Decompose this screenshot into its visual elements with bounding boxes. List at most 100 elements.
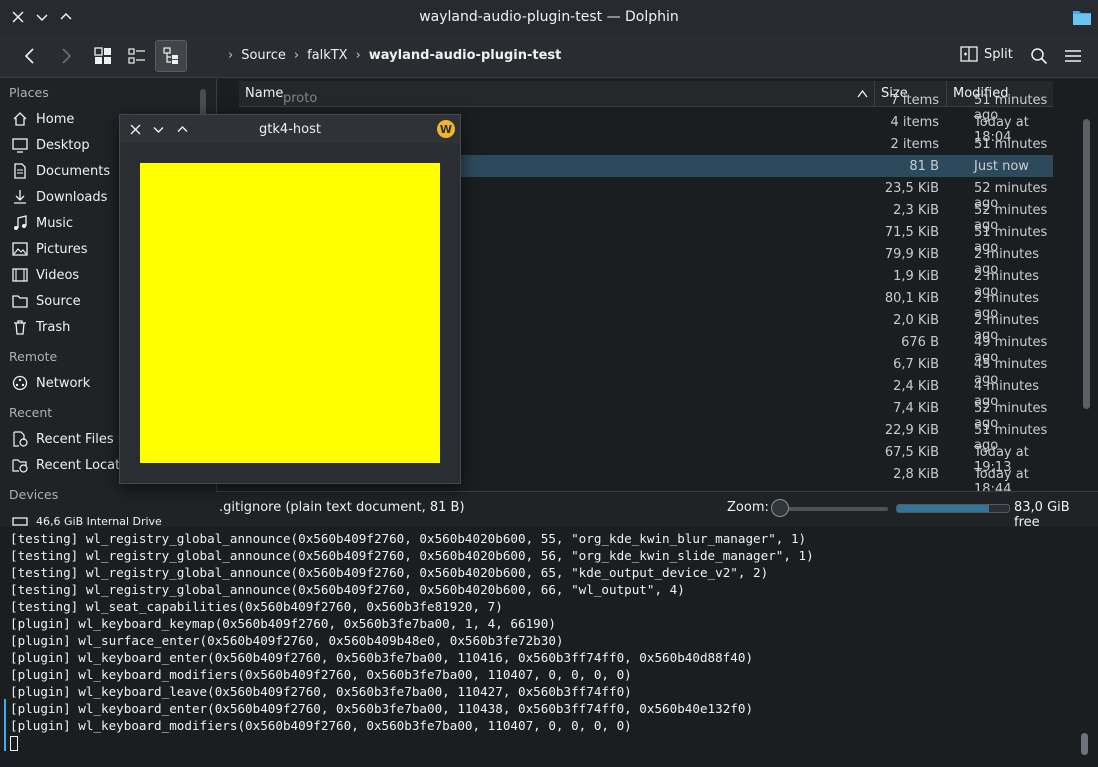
places-item-label: Source	[36, 293, 81, 309]
hamburger-menu-icon	[1065, 50, 1081, 62]
file-size: 79,9 KiB	[884, 247, 939, 262]
search-button[interactable]	[1023, 40, 1055, 72]
terminal[interactable]: [testing] wl_registry_global_announce(0x…	[0, 527, 1098, 767]
gtk4-host-window: gtk4-host W	[119, 114, 461, 484]
terminal-line: [plugin] wl_keyboard_modifiers(0x560b409…	[10, 718, 632, 733]
file-size: 71,5 KiB	[884, 225, 939, 240]
file-row[interactable]: proto 7 items 51 minutes ago	[239, 89, 1053, 123]
zoom-slider-handle[interactable]	[771, 499, 789, 517]
terminal-output: [testing] wl_registry_global_announce(0x…	[10, 530, 814, 751]
terminal-line: [testing] wl_registry_global_announce(0x…	[10, 582, 685, 597]
places-item-label: Network	[36, 375, 91, 391]
gtk-window-title: gtk4-host	[259, 122, 321, 137]
title-bar: wayland-audio-plugin-test — Dolphin	[0, 0, 1098, 34]
plugin-surface[interactable]	[140, 163, 440, 463]
file-size: 2,3 KiB	[893, 203, 939, 218]
text-cursor	[10, 736, 18, 751]
free-space-label: 83,0 GiB free	[1014, 500, 1070, 527]
arrow-left-icon	[24, 48, 34, 64]
terminal-line-marker	[4, 699, 6, 733]
places-item-label: Pictures	[36, 241, 88, 257]
section-heading-recent: Recent	[9, 405, 53, 420]
menu-button[interactable]	[1057, 40, 1089, 72]
file-modified: Just now	[974, 159, 1029, 174]
file-size: 2,8 KiB	[893, 467, 939, 482]
terminal-line: [plugin] wl_keyboard_enter(0x560b409f276…	[10, 650, 754, 665]
terminal-line: [testing] wl_registry_global_announce(0x…	[10, 565, 769, 580]
status-bar: .gitignore (plain text document, 81 B) Z…	[216, 491, 1098, 527]
back-button[interactable]	[14, 40, 46, 72]
file-size: 2,4 KiB	[893, 379, 939, 394]
gtk-title-bar: gtk4-host W	[120, 115, 460, 143]
file-size: 23,5 KiB	[884, 181, 939, 196]
details-view-button[interactable]	[155, 40, 187, 72]
downloads-icon	[14, 190, 26, 204]
terminal-line: [plugin] wl_surface_enter(0x560b409f2760…	[10, 633, 564, 648]
pictures-icon	[12, 242, 28, 256]
toolbar: › Source › falkTX › wayland-audio-plugin…	[0, 34, 1098, 78]
documents-icon	[14, 163, 26, 179]
desktop-icon	[12, 138, 28, 153]
terminal-line: [plugin] wl_keyboard_keymap(0x560b409f27…	[10, 616, 556, 631]
file-size: 80,1 KiB	[884, 291, 939, 306]
music-icon	[14, 215, 27, 230]
compact-view-icon	[128, 48, 145, 64]
terminal-line: [testing] wl_registry_global_announce(0x…	[10, 548, 814, 563]
forward-button[interactable]	[50, 40, 82, 72]
breadcrumb: › Source › falkTX › wayland-audio-plugin…	[220, 48, 561, 63]
places-item-label: Desktop	[36, 137, 90, 153]
breadcrumb-item-falktx[interactable]: falkTX	[307, 48, 348, 63]
file-size: 67,5 KiB	[884, 445, 939, 460]
terminal-line: [plugin] wl_keyboard_enter(0x560b409f276…	[10, 701, 754, 716]
drive-icon	[12, 517, 28, 526]
places-item-label: Recent Files	[36, 431, 114, 447]
places-item-label: Home	[36, 111, 75, 127]
recent-files-icon	[13, 431, 28, 447]
wayland-app-icon: W	[437, 120, 455, 138]
icons-view-button[interactable]	[87, 40, 119, 72]
terminal-line-marker	[4, 733, 6, 751]
compact-view-button[interactable]	[121, 40, 153, 72]
zoom-slider[interactable]	[776, 507, 888, 511]
places-item-label: Trash	[36, 319, 71, 335]
file-list-scrollbar[interactable]	[1083, 119, 1090, 409]
file-size: 6,7 KiB	[893, 357, 939, 372]
tree-view-icon	[163, 47, 178, 64]
chevron-right-icon: ›	[355, 48, 361, 63]
places-item-label: Videos	[36, 267, 80, 283]
folder-icon	[12, 295, 28, 308]
terminal-prompt[interactable]	[10, 734, 814, 751]
file-size: 1,9 KiB	[893, 269, 939, 284]
places-item-label: 46,6 GiB Internal Drive	[36, 514, 162, 528]
split-view-icon	[960, 46, 978, 62]
home-icon	[13, 112, 27, 126]
folder-icon	[1073, 11, 1091, 25]
breadcrumb-item-source[interactable]: Source	[241, 48, 286, 63]
terminal-scrollbar[interactable]	[1081, 733, 1088, 755]
file-size: 4 items	[890, 115, 939, 130]
zoom-label: Zoom:	[727, 500, 769, 515]
trash-icon	[14, 320, 26, 335]
terminal-line: [plugin] wl_keyboard_leave(0x560b409f276…	[10, 684, 632, 699]
videos-icon	[12, 268, 28, 282]
breadcrumb-item-current[interactable]: wayland-audio-plugin-test	[369, 48, 562, 63]
free-space-bar-fill	[897, 505, 989, 512]
file-size: 676 B	[901, 335, 939, 350]
file-size: 2 items	[890, 137, 939, 152]
section-heading-remote: Remote	[9, 349, 58, 364]
arrow-right-icon	[62, 48, 72, 64]
free-space-bar	[896, 504, 1010, 513]
split-label: Split	[984, 46, 1013, 62]
file-size: 81 B	[909, 159, 939, 174]
places-item-internal-drive[interactable]: 46,6 GiB Internal Drive	[12, 510, 192, 527]
places-item-label: Downloads	[36, 189, 108, 205]
section-heading-devices: Devices	[9, 487, 59, 502]
window-title: wayland-audio-plugin-test — Dolphin	[419, 9, 679, 25]
chevron-right-icon: ›	[228, 48, 234, 63]
file-size: 7,4 KiB	[893, 401, 939, 416]
terminal-line: [plugin] wl_keyboard_modifiers(0x560b409…	[10, 667, 632, 682]
chevron-right-icon: ›	[293, 48, 300, 63]
selection-info: .gitignore (plain text document, 81 B)	[219, 500, 465, 515]
file-name: proto	[283, 91, 318, 106]
split-button[interactable]: Split	[960, 45, 1013, 63]
